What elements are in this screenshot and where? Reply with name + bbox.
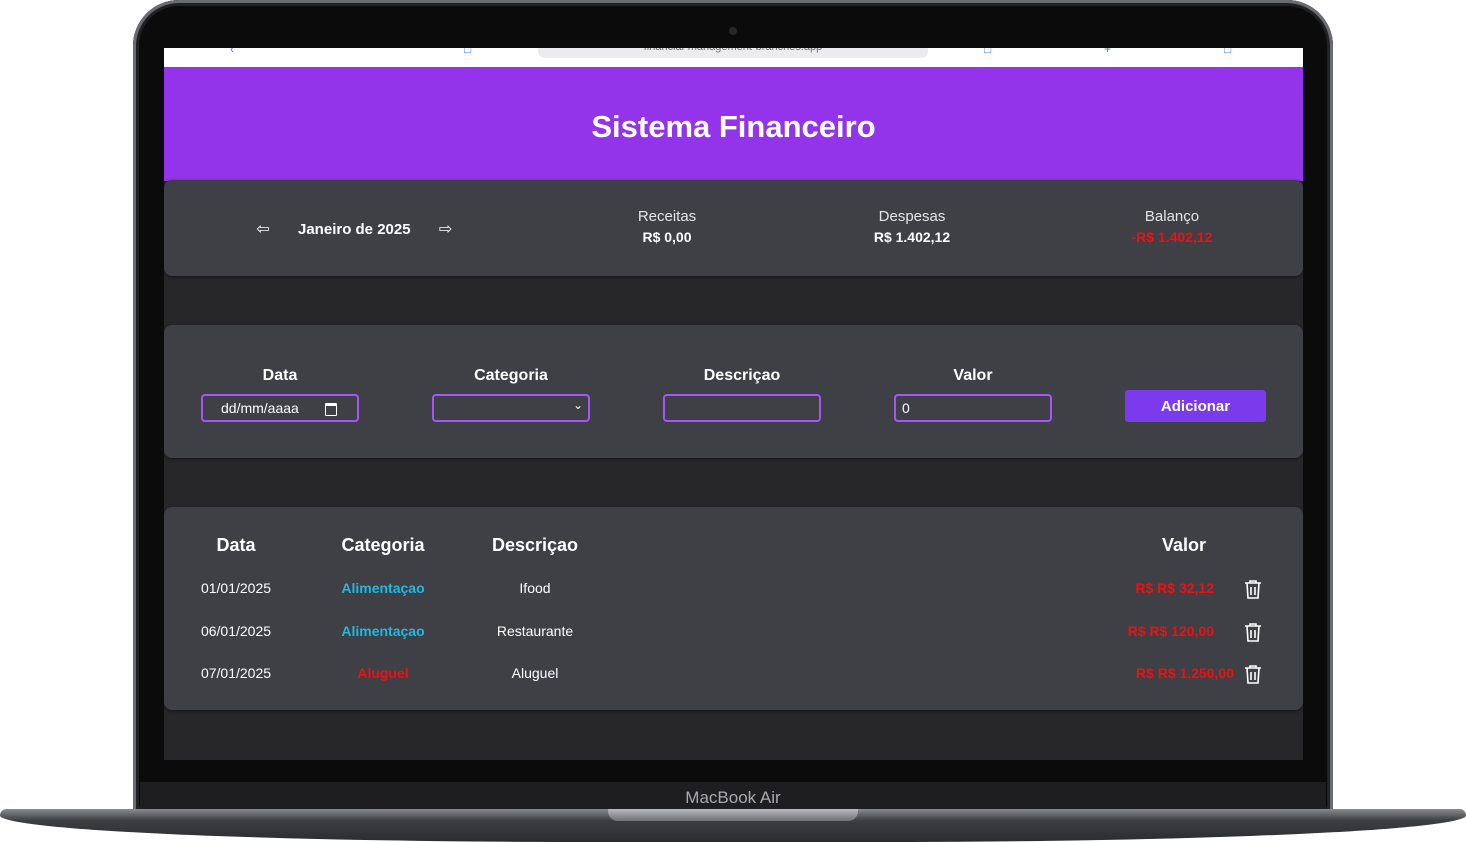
receitas-value: R$ 0,00 [642,229,692,245]
row-amount: R$ R$ 1.250,00 [1135,665,1234,681]
despesas-value: R$ 1.402,12 [873,229,951,245]
address-bar[interactable]: financial-management-branches.app [538,48,928,58]
table-row: 01/01/2025 Alimentaçao Ifood R$ R$ 32,12 [164,575,1303,605]
despesas-label: Despesas [878,208,946,225]
row-date: 01/01/2025 [200,580,272,596]
description-field: Descriçao [663,367,821,422]
table-row: 06/01/2025 Alimentaçao Restaurante R$ R$… [164,618,1303,648]
table-row: 07/01/2025 Aluguel Aluguel R$ R$ 1.250,0… [164,660,1303,690]
header-descricao: Descriçao [491,535,579,555]
page-title: Sistema Financeiro [591,109,876,144]
app-header: Sistema Financeiro [164,67,1303,181]
transactions-table: Data Categoria Descriçao Valor 01/01/202… [164,507,1303,710]
date-field: Data dd/mm/aaaa [201,367,359,422]
transaction-form: Data dd/mm/aaaa Categoria ⌄ Descriçao Va… [164,325,1303,458]
row-category: Aluguel [357,665,409,681]
despesas-stat: Despesas R$ 1.402,12 [832,208,992,245]
amount-label: Valor [953,367,993,384]
share-icon[interactable]: □ [984,48,991,56]
category-select[interactable]: ⌄ [432,394,590,422]
camera-dot [729,27,737,35]
new-tab-icon[interactable]: + [1104,48,1111,56]
amount-field: Valor [894,367,1052,422]
row-category: Alimentaçao [341,623,425,639]
category-label: Categoria [474,367,548,384]
amount-input[interactable] [894,394,1052,422]
date-label: Data [262,367,298,384]
calendar-icon[interactable] [325,403,337,416]
chevron-down-icon: ⌄ [572,398,583,412]
tabs-icon[interactable]: □ [1224,48,1231,56]
device-label: MacBook Air [685,788,781,807]
row-description: Restaurante [496,623,574,639]
description-label: Descriçao [703,367,781,384]
add-button[interactable]: Adicionar [1125,390,1266,422]
prev-month-arrow-icon[interactable]: ⇦ [254,219,272,239]
row-description: Aluguel [511,665,559,681]
summary-card: ⇦ Janeiro de 2025 ⇨ Receitas R$ 0,00 Des… [164,180,1303,276]
category-field: Categoria ⌄ [432,367,590,422]
bookmarks-icon[interactable]: □ [464,48,471,56]
browser-toolbar: ‹ □ financial-management-branches.app □ … [164,48,1303,68]
row-amount: R$ R$ 32,12 [1135,580,1214,596]
trash-icon[interactable] [1244,664,1262,684]
trash-icon[interactable] [1244,579,1262,599]
balanco-stat: Balanço -R$ 1.402,12 [1092,208,1252,245]
balanco-value: -R$ 1.402,12 [1131,229,1213,245]
header-valor: Valor [1161,535,1207,555]
trash-icon[interactable] [1244,622,1262,642]
month-navigator: ⇦ Janeiro de 2025 ⇨ [254,219,455,239]
month-label: Janeiro de 2025 [298,220,411,238]
receitas-label: Receitas [637,208,697,225]
next-month-arrow-icon[interactable]: ⇨ [437,219,455,239]
row-amount: R$ R$ 120,00 [1127,623,1214,639]
balanco-label: Balanço [1144,208,1200,225]
date-placeholder: dd/mm/aaaa [221,400,299,416]
row-description: Ifood [519,580,551,596]
laptop-chin: MacBook Air [140,782,1326,812]
header-data: Data [216,535,256,555]
row-category: Alimentaçao [341,580,425,596]
screen: ‹ □ financial-management-branches.app □ … [164,48,1303,760]
back-icon[interactable]: ‹ [230,48,234,56]
row-date: 07/01/2025 [200,665,272,681]
description-input[interactable] [663,394,821,422]
header-categoria: Categoria [341,535,425,555]
laptop-notch [608,809,858,821]
date-input[interactable]: dd/mm/aaaa [201,394,359,422]
receitas-stat: Receitas R$ 0,00 [587,208,747,245]
row-date: 06/01/2025 [200,623,272,639]
